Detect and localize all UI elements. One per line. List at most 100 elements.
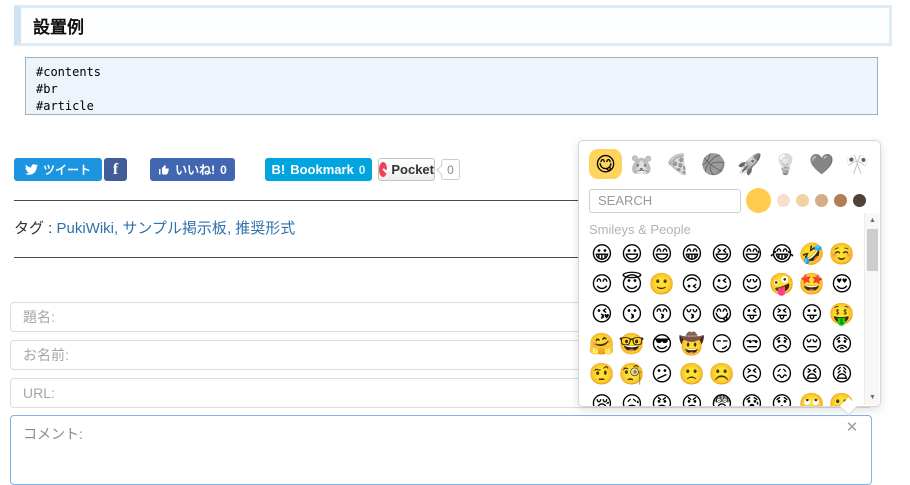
emoji-item[interactable]: ☹️ bbox=[707, 360, 737, 390]
tab-smileys-people[interactable]: 😋 bbox=[589, 149, 622, 179]
pocket-button[interactable]: Pocket bbox=[378, 158, 435, 181]
tab-objects[interactable]: 💡 bbox=[769, 149, 802, 179]
emoji-item[interactable]: 😥 bbox=[617, 390, 647, 406]
hatena-count: 0 bbox=[358, 162, 366, 177]
tab-food-drink[interactable]: 🍕 bbox=[661, 149, 694, 179]
tag-label: タグ : bbox=[14, 220, 53, 237]
comment-textarea[interactable] bbox=[10, 415, 872, 485]
emoji-item[interactable]: 😄 bbox=[647, 240, 677, 270]
emoji-item[interactable]: 😚 bbox=[677, 300, 707, 330]
emoji-item[interactable]: ☺️ bbox=[827, 240, 857, 270]
facebook-share-button[interactable]: f bbox=[104, 158, 127, 181]
emoji-item[interactable]: 😪 bbox=[587, 390, 617, 406]
hatena-label: Bookmark bbox=[290, 162, 354, 177]
emoji-item[interactable]: 😠 bbox=[677, 390, 707, 406]
tab-travel-places[interactable]: 🚀 bbox=[733, 149, 766, 179]
emoji-item[interactable]: 😏 bbox=[707, 330, 737, 360]
emoji-item[interactable]: 😔 bbox=[797, 330, 827, 360]
tweet-label: ツイート bbox=[42, 163, 91, 177]
emoji-item[interactable]: 😆 bbox=[707, 240, 737, 270]
emoji-item[interactable]: 😒 bbox=[737, 330, 767, 360]
tag-link-sample-board[interactable]: サンプル掲示板 bbox=[122, 220, 235, 237]
emoji-item[interactable]: 😟 bbox=[827, 330, 857, 360]
page-title: 設置例 bbox=[14, 5, 892, 46]
emoji-category-tabs: 😋 🐹 🍕 🏀 🚀 💡 ❤️ 🎌 bbox=[579, 141, 880, 182]
skin-tone-dot[interactable] bbox=[746, 188, 771, 213]
tab-animals-nature[interactable]: 🐹 bbox=[625, 149, 658, 179]
emoji-item[interactable]: 😁 bbox=[677, 240, 707, 270]
emoji-item[interactable]: 🙁 bbox=[677, 360, 707, 390]
emoji-item[interactable]: 😕 bbox=[647, 360, 677, 390]
emoji-item[interactable]: 😀 bbox=[587, 240, 617, 270]
emoji-item[interactable]: 😣 bbox=[737, 360, 767, 390]
pocket-icon bbox=[379, 162, 388, 177]
emoji-item[interactable]: 😙 bbox=[647, 300, 677, 330]
emoji-item[interactable]: 😡 bbox=[647, 390, 677, 406]
pocket-count-badge: 0 bbox=[441, 159, 460, 180]
emoji-item[interactable]: 🤠 bbox=[677, 330, 707, 360]
emoji-item[interactable]: 😩 bbox=[827, 360, 857, 390]
tweet-button[interactable]: ツイート bbox=[14, 158, 102, 181]
hatena-bookmark-button[interactable]: B! Bookmark 0 bbox=[265, 158, 372, 181]
emoji-item[interactable]: 🤗 bbox=[587, 330, 617, 360]
emoji-grid: 😀 😃 😄 😁 😆 😅 😂 🤣 ☺️ 😊 😇 🙂 🙃 😉 😌 🤪 🤩 😍 😘 😗 😙 😚 😋 😜 😝 😛 🤑 🤗 🤓 😎 🤠 😏 😒 😞 😔 😟 🤨 🧐 😕… bbox=[587, 240, 859, 406]
skin-tone-dot[interactable] bbox=[796, 194, 809, 207]
emoji-item[interactable]: 😰 bbox=[737, 390, 767, 406]
emoji-item[interactable]: 😌 bbox=[737, 270, 767, 300]
like-count: 0 bbox=[220, 162, 227, 177]
emoji-item[interactable]: 🤓 bbox=[617, 330, 647, 360]
emoji-item[interactable]: 😖 bbox=[767, 360, 797, 390]
emoji-scrollbar[interactable]: ▲ ▼ bbox=[864, 213, 879, 405]
scrollbar-thumb[interactable] bbox=[867, 229, 878, 271]
facebook-icon: f bbox=[112, 160, 119, 178]
emoji-item[interactable]: 😍 bbox=[827, 270, 857, 300]
emoji-item[interactable]: 🙃 bbox=[677, 270, 707, 300]
emoji-picker-close-icon[interactable]: ✕ bbox=[843, 419, 861, 437]
tab-flags[interactable]: 🎌 bbox=[841, 149, 874, 179]
scroll-up-icon[interactable]: ▲ bbox=[865, 217, 880, 224]
skin-tone-dot[interactable] bbox=[853, 194, 866, 207]
emoji-search-input[interactable] bbox=[589, 188, 741, 213]
pocket-label: Pocket bbox=[391, 162, 434, 177]
emoji-item[interactable]: 😅 bbox=[737, 240, 767, 270]
tag-link-pukiwiki[interactable]: PukiWiki bbox=[57, 220, 123, 237]
tab-symbols[interactable]: ❤️ bbox=[805, 149, 838, 179]
emoji-item[interactable]: 😃 bbox=[617, 240, 647, 270]
emoji-item[interactable]: 🤪 bbox=[767, 270, 797, 300]
emoji-item[interactable]: 😞 bbox=[767, 330, 797, 360]
emoji-item[interactable]: 🙄 bbox=[797, 390, 827, 406]
emoji-item[interactable]: 😗 bbox=[617, 300, 647, 330]
emoji-item[interactable]: 🤨 bbox=[587, 360, 617, 390]
hatena-b-icon: B! bbox=[271, 162, 286, 177]
tab-activities[interactable]: 🏀 bbox=[697, 149, 730, 179]
twitter-bird-icon bbox=[24, 163, 38, 176]
emoji-item[interactable]: 😊 bbox=[587, 270, 617, 300]
emoji-item[interactable]: 🤣 bbox=[797, 240, 827, 270]
emoji-item[interactable]: 😫 bbox=[797, 360, 827, 390]
facebook-like-button[interactable]: いいね! 0 bbox=[150, 158, 235, 181]
emoji-item[interactable]: 😎 bbox=[647, 330, 677, 360]
emoji-item[interactable]: 😯 bbox=[767, 390, 797, 406]
emoji-item[interactable]: 😋 bbox=[707, 300, 737, 330]
emoji-item[interactable]: 😜 bbox=[737, 300, 767, 330]
emoji-item[interactable]: 😛 bbox=[797, 300, 827, 330]
emoji-item[interactable]: 🙂 bbox=[647, 270, 677, 300]
emoji-item[interactable]: 😇 bbox=[617, 270, 647, 300]
emoji-section-label: Smileys & People bbox=[589, 222, 691, 237]
emoji-item[interactable]: 😘 bbox=[587, 300, 617, 330]
emoji-item[interactable]: 😨 bbox=[707, 390, 737, 406]
skin-tone-dot[interactable] bbox=[777, 194, 790, 207]
emoji-item[interactable]: 😂 bbox=[767, 240, 797, 270]
tag-link-recommended-format[interactable]: 推奨形式 bbox=[235, 220, 295, 237]
skin-tone-selector bbox=[746, 188, 866, 213]
emoji-item[interactable]: 😉 bbox=[707, 270, 737, 300]
skin-tone-dot[interactable] bbox=[815, 194, 828, 207]
emoji-item[interactable]: 😝 bbox=[767, 300, 797, 330]
emoji-item[interactable]: 🧐 bbox=[617, 360, 647, 390]
emoji-item[interactable]: 🤑 bbox=[827, 300, 857, 330]
skin-tone-dot[interactable] bbox=[834, 194, 847, 207]
like-label: いいね! bbox=[175, 163, 216, 177]
emoji-item[interactable]: 🤩 bbox=[797, 270, 827, 300]
scroll-down-icon[interactable]: ▼ bbox=[865, 394, 880, 401]
emoji-picker-panel: 😋 🐹 🍕 🏀 🚀 💡 ❤️ 🎌 Smileys & People 😀😃😄😁😆😅… bbox=[578, 140, 881, 416]
